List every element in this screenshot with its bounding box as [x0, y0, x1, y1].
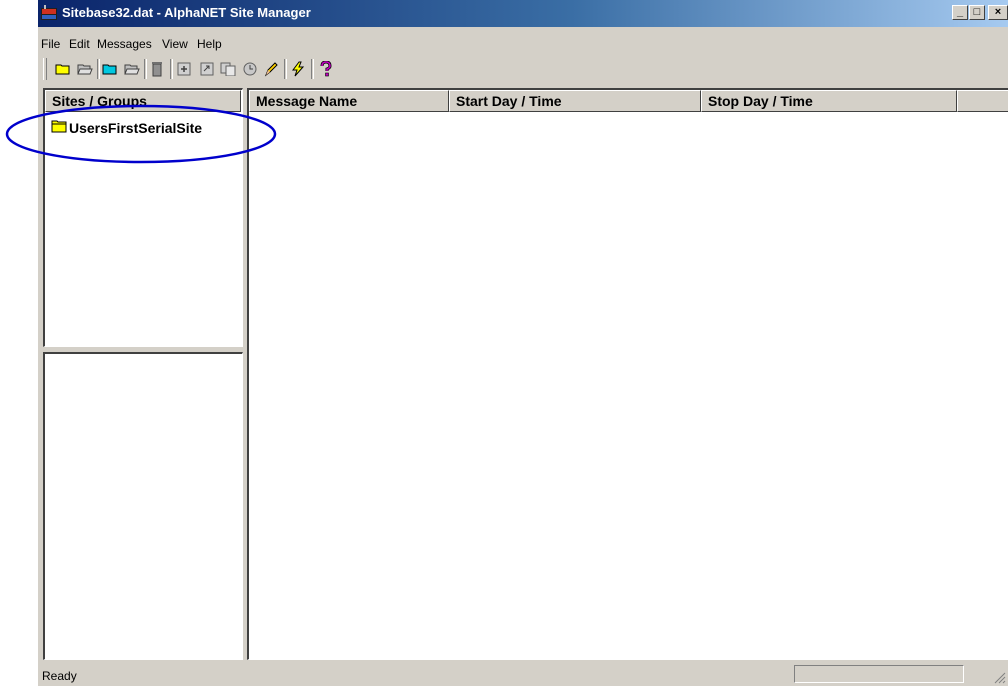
help-icon[interactable] [317, 59, 335, 79]
column-filler [957, 90, 1008, 112]
menu-edit[interactable]: Edit [69, 37, 90, 51]
minimize-icon: _ [956, 6, 964, 18]
send-lightning-icon[interactable] [289, 59, 307, 79]
schedule-icon[interactable] [241, 59, 259, 79]
open-folder-icon[interactable] [76, 59, 94, 79]
messages-list: Message Name Start Day / Time Stop Day /… [247, 88, 1008, 660]
maximize-icon: □ [973, 6, 981, 18]
toolbar-separator [284, 59, 287, 79]
toolbar-separator [144, 59, 147, 79]
toolbar-separator [311, 59, 314, 79]
menu-view[interactable]: View [162, 37, 188, 51]
delete-icon[interactable] [148, 59, 166, 79]
new-folder-icon[interactable] [54, 59, 72, 79]
close-button[interactable]: × [988, 5, 1008, 20]
toolbar-grip[interactable] [43, 58, 47, 80]
menu-messages[interactable]: Messages [97, 37, 152, 51]
toolbar-separator [97, 59, 100, 79]
edit-pencil-icon[interactable] [262, 59, 280, 79]
close-icon: × [994, 6, 1002, 18]
open-site-icon[interactable] [123, 59, 141, 79]
menu-help[interactable]: Help [197, 37, 222, 51]
toolbar-separator [170, 59, 173, 79]
highlight-ellipse [5, 104, 277, 164]
message-properties-icon[interactable] [198, 59, 216, 79]
new-site-icon[interactable] [101, 59, 119, 79]
menu-bar: File Edit Messages View Help [38, 33, 1008, 53]
add-message-icon[interactable] [175, 59, 193, 79]
window-title: Sitebase32.dat - AlphaNET Site Manager [62, 5, 311, 20]
site-details-panel [43, 352, 243, 660]
title-bar[interactable]: Sitebase32.dat - AlphaNET Site Manager _… [38, 0, 1008, 27]
resize-grip-icon[interactable] [990, 668, 1006, 687]
toolbar [38, 56, 1008, 82]
maximize-button[interactable]: □ [969, 5, 985, 20]
status-bar: Ready [38, 662, 1008, 686]
copy-message-icon[interactable] [219, 59, 237, 79]
column-stop-time[interactable]: Stop Day / Time [701, 90, 957, 112]
status-panel [794, 665, 964, 683]
menu-file[interactable]: File [41, 37, 60, 51]
app-icon[interactable] [41, 5, 57, 21]
status-text: Ready [42, 669, 77, 683]
column-start-time[interactable]: Start Day / Time [449, 90, 701, 112]
minimize-button[interactable]: _ [952, 5, 968, 20]
